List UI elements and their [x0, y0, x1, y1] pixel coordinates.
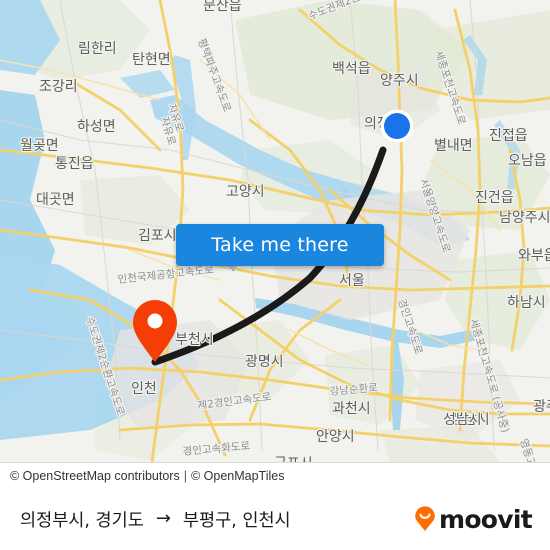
- map-label: 월곶면: [20, 138, 59, 154]
- map-label: 남양주시: [499, 210, 550, 226]
- map-attribution-bar: © OpenStreetMap contributors | © OpenMap…: [0, 462, 550, 488]
- map-label: 인천: [131, 381, 157, 397]
- map-label: 별내면: [434, 138, 473, 154]
- take-me-there-button[interactable]: Take me there: [176, 224, 384, 266]
- moovit-map-screenshot: 문산읍 림한리 탄현면 백석읍 양주시 조강리 하성면 의정 진접읍 별내면 월곶면 오남읍 통진읍 고양…: [0, 0, 550, 550]
- map-label: 탄현면: [132, 52, 171, 68]
- map-label: 양주시: [380, 73, 419, 89]
- take-me-there-label: Take me there: [211, 234, 349, 256]
- route-origin: 의정부시, 경기도: [20, 510, 144, 531]
- moovit-wordmark: moovit: [438, 504, 533, 534]
- map-label: 안양시: [316, 429, 355, 445]
- map-label: 과천시: [332, 401, 371, 417]
- origin-dot[interactable]: [380, 109, 414, 143]
- map-label: 하성면: [77, 119, 116, 135]
- map-label: 광주: [533, 399, 550, 415]
- map-label: 진건읍: [475, 190, 514, 206]
- map-canvas[interactable]: 문산읍 림한리 탄현면 백석읍 양주시 조강리 하성면 의정 진접읍 별내면 월곶면 오남읍 통진읍 고양…: [0, 0, 550, 462]
- map-label: 통진읍: [55, 156, 94, 172]
- map-label: 서울: [339, 273, 365, 289]
- arrow-right-icon: →: [155, 508, 171, 529]
- map-label: 김포시: [138, 228, 177, 244]
- map-label: 백석읍: [332, 61, 371, 77]
- map-label: 림한리: [78, 41, 117, 57]
- map-label: 문산읍: [203, 0, 242, 14]
- attribution-osm[interactable]: © OpenStreetMap contributors: [10, 469, 180, 483]
- map-label: 광명시: [245, 354, 284, 370]
- map-label: 오남읍: [508, 153, 547, 169]
- map-label: 고양시: [226, 184, 265, 200]
- moovit-pin-icon: [415, 506, 435, 531]
- map-label: 성남시: [443, 412, 482, 428]
- map-label: 부천시: [175, 332, 214, 348]
- map-label: 와부읍: [518, 248, 550, 264]
- route-destination: 부평구, 인천시: [182, 510, 291, 531]
- map-label: 진접읍: [489, 128, 528, 144]
- map-label: 하남시: [507, 295, 546, 311]
- map-label: 대곳면: [36, 192, 75, 208]
- moovit-logo[interactable]: moovit: [412, 504, 533, 534]
- map-label: 조강리: [39, 79, 78, 95]
- footer-bar: 의정부시, 경기도 → 부평구, 인천시 moovit: [0, 488, 550, 550]
- attribution-openmaptiles[interactable]: © OpenMapTiles: [191, 469, 285, 483]
- route-summary: 의정부시, 경기도 → 부평구, 인천시: [20, 507, 291, 532]
- attribution-separator: |: [183, 468, 187, 483]
